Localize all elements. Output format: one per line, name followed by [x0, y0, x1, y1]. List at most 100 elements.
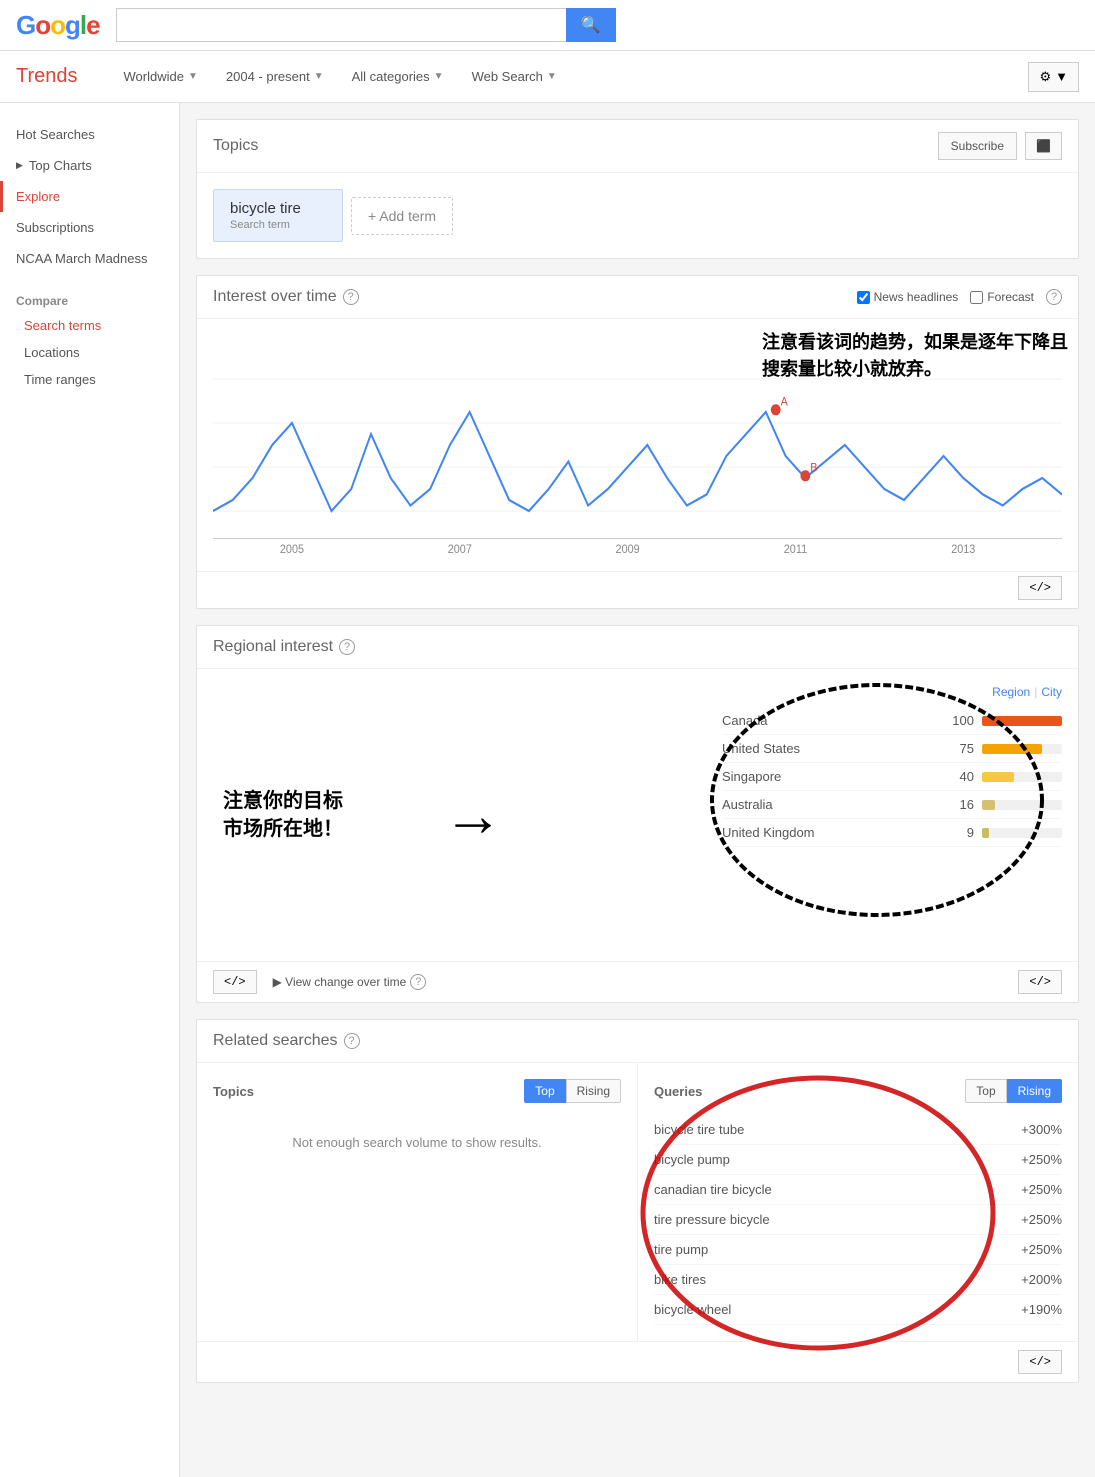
region-name: United Kingdom — [722, 825, 936, 840]
regional-right: Region | City Canada 100 United States 7… — [722, 685, 1062, 945]
query-pct: +250% — [1021, 1242, 1062, 1257]
interest-help-icon[interactable]: ? — [343, 289, 359, 305]
related-searches-header: Related searches ? — [197, 1020, 1078, 1063]
no-results-message: Not enough search volume to show results… — [213, 1115, 621, 1170]
svg-text:2009: 2009 — [616, 543, 640, 555]
topics-tabs: Top Rising — [524, 1079, 621, 1103]
share-button[interactable]: ⬛ — [1025, 132, 1062, 160]
queries-subsection-title: Queries — [654, 1084, 702, 1099]
point-a-label: A — [781, 396, 789, 409]
query-name: bicycle tire tube — [654, 1122, 744, 1137]
google-logo[interactable]: Google — [16, 10, 100, 41]
chevron-down-icon: ▼ — [434, 71, 444, 82]
filter-worldwide[interactable]: Worldwide ▼ — [112, 55, 210, 98]
region-row: United States 75 — [722, 735, 1062, 763]
query-name: canadian tire bicycle — [654, 1182, 772, 1197]
forecast-checkbox-label[interactable]: Forecast — [970, 290, 1034, 304]
query-row: canadian tire bicycle +250% — [654, 1175, 1062, 1205]
topics-subsection-header: Topics Top Rising — [213, 1079, 621, 1103]
chevron-down-icon: ▼ — [188, 71, 198, 82]
news-headlines-checkbox-label[interactable]: News headlines — [857, 290, 959, 304]
content: Topics Subscribe ⬛ bicycle tire Search t… — [180, 103, 1095, 1477]
sidebar-sub-time-ranges[interactable]: Time ranges — [0, 366, 179, 393]
region-bar-bg — [982, 828, 1062, 838]
chevron-down-icon: ▼ — [314, 71, 324, 82]
svg-text:2011: 2011 — [784, 543, 807, 555]
sidebar: Hot Searches Top Charts Explore Subscrip… — [0, 103, 180, 1477]
chevron-down-icon: ▼ — [1055, 69, 1068, 84]
forecast-help-icon[interactable]: ? — [1046, 289, 1062, 305]
topic-chip-bicycle-tire[interactable]: bicycle tire Search term — [213, 189, 343, 242]
region-row: Singapore 40 — [722, 763, 1062, 791]
region-bar-bg — [982, 716, 1062, 726]
chip-label: Search term — [230, 219, 326, 231]
query-pct: +250% — [1021, 1182, 1062, 1197]
query-name: bike tires — [654, 1272, 706, 1287]
query-rows: bicycle tire tube +300% bicycle pump +25… — [654, 1115, 1062, 1325]
query-pct: +250% — [1021, 1152, 1062, 1167]
related-embed-button[interactable]: </> — [1018, 1350, 1062, 1374]
embed-button-left[interactable]: </> — [213, 970, 257, 994]
region-bar-fill — [982, 772, 1014, 782]
related-content: Topics Top Rising Not enough search volu… — [197, 1063, 1078, 1341]
queries-rising-tab[interactable]: Rising — [1007, 1079, 1062, 1103]
chart-controls: News headlines Forecast ? — [857, 289, 1062, 305]
query-row: tire pressure bicycle +250% — [654, 1205, 1062, 1235]
region-name: United States — [722, 741, 936, 756]
interest-section: Interest over time ? News headlines Fore… — [196, 275, 1079, 609]
query-row: bike tires +200% — [654, 1265, 1062, 1295]
sidebar-item-ncaa[interactable]: NCAA March Madness — [0, 243, 179, 274]
search-button[interactable]: 🔍 — [566, 8, 616, 42]
search-input[interactable] — [116, 8, 566, 42]
related-searches-title: Related searches — [213, 1032, 338, 1050]
regional-footer: </> ▶ View change over time ? </> — [197, 961, 1078, 1002]
embed-button-right[interactable]: </> — [1018, 970, 1062, 994]
topics-top-tab[interactable]: Top — [524, 1079, 565, 1103]
queries-subsection-header: Queries Top Rising — [654, 1079, 1062, 1103]
sidebar-item-subscriptions[interactable]: Subscriptions — [0, 212, 179, 243]
sidebar-sub-locations[interactable]: Locations — [0, 339, 179, 366]
query-pct: +200% — [1021, 1272, 1062, 1287]
topics-rising-tab[interactable]: Rising — [566, 1079, 621, 1103]
topics-title: Topics — [213, 137, 258, 155]
interest-header: Interest over time ? News headlines Fore… — [197, 276, 1078, 319]
related-right: Queries Top Rising bicycle tire tube +30… — [638, 1063, 1078, 1341]
forecast-checkbox[interactable] — [970, 291, 983, 304]
compare-section-label: Compare — [0, 290, 179, 312]
region-name: Singapore — [722, 769, 936, 784]
sidebar-sub-search-terms[interactable]: Search terms — [0, 312, 179, 339]
point-b-label: B — [810, 462, 818, 475]
sidebar-item-explore[interactable]: Explore — [0, 181, 179, 212]
query-name: bicycle pump — [654, 1152, 730, 1167]
region-score: 9 — [944, 825, 974, 840]
filter-categories[interactable]: All categories ▼ — [340, 55, 456, 98]
region-bar-fill — [982, 744, 1042, 754]
subscribe-button[interactable]: Subscribe — [938, 132, 1017, 160]
search-bar: 🔍 — [116, 8, 616, 42]
settings-button[interactable]: ⚙ ▼ — [1028, 62, 1079, 92]
topics-content: bicycle tire Search term + Add term — [197, 173, 1078, 258]
queries-top-tab[interactable]: Top — [965, 1079, 1006, 1103]
view-change-button[interactable]: ▶ View change over time ? — [273, 974, 427, 990]
sidebar-item-hot-searches[interactable]: Hot Searches — [0, 119, 179, 150]
svg-text:2013: 2013 — [951, 543, 975, 555]
filter-type[interactable]: Web Search ▼ — [460, 55, 569, 98]
add-term-button[interactable]: + Add term — [351, 197, 453, 235]
related-searches-help-icon[interactable]: ? — [344, 1033, 360, 1049]
query-pct: +300% — [1021, 1122, 1062, 1137]
region-link[interactable]: Region — [992, 685, 1030, 699]
view-change-help-icon[interactable]: ? — [410, 974, 426, 990]
interest-title: Interest over time — [213, 288, 337, 306]
filter-date[interactable]: 2004 - present ▼ — [214, 55, 336, 98]
topics-subsection-title: Topics — [213, 1084, 254, 1099]
regional-help-icon[interactable]: ? — [339, 639, 355, 655]
embed-button[interactable]: </> — [1018, 576, 1062, 600]
sidebar-item-top-charts[interactable]: Top Charts — [0, 150, 179, 181]
query-name: tire pump — [654, 1242, 708, 1257]
news-headlines-checkbox[interactable] — [857, 291, 870, 304]
regional-left: 注意你的目标市场所在地！ → — [213, 685, 706, 945]
region-row: Canada 100 — [722, 707, 1062, 735]
city-link[interactable]: City — [1041, 685, 1062, 699]
svg-text:2005: 2005 — [280, 543, 304, 555]
topics-header: Topics Subscribe ⬛ — [197, 120, 1078, 173]
